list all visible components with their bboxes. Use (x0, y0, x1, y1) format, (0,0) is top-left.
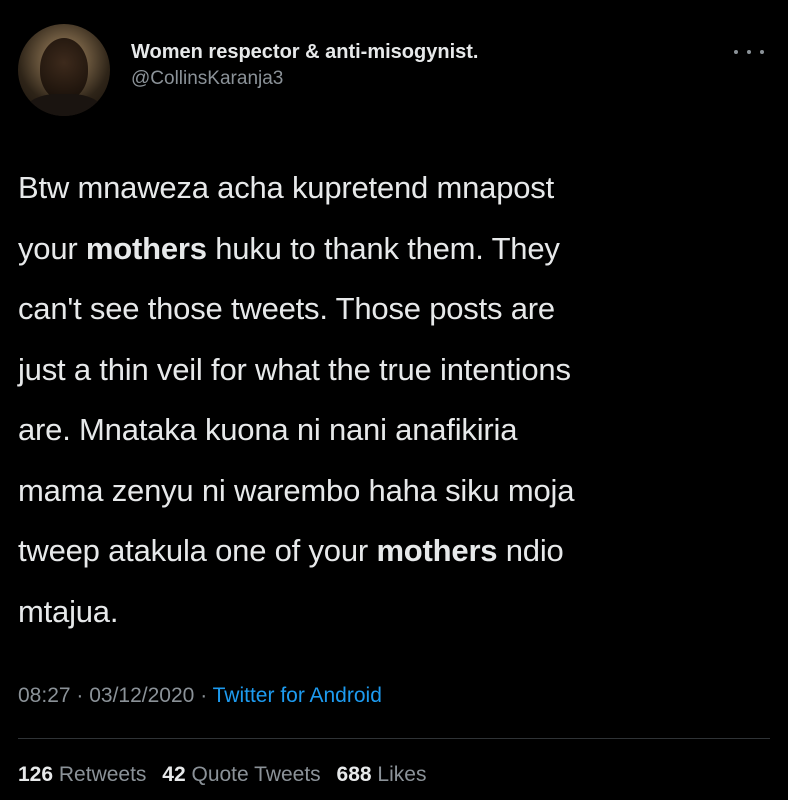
tweet-text-bold-segment: mothers (85, 230, 207, 266)
likes-count: 688 (336, 763, 372, 786)
meta-separator: · (76, 684, 90, 707)
quote-tweets-stat[interactable]: 42 Quote Tweets (162, 763, 320, 786)
author-header: Women respector & anti-misogynist. @Coll… (131, 40, 478, 91)
retweets-stat[interactable]: 126 Retweets (18, 763, 146, 786)
likes-stat[interactable]: 688 Likes (337, 763, 427, 786)
tweet-text-segment: just a thin veil for what the true inten… (18, 351, 571, 387)
tweet-text-segment: your (18, 230, 86, 266)
dot (747, 50, 751, 54)
tweet-meta: 08:27 · 03/12/2020 · Twitter for Android (18, 684, 382, 708)
avatar[interactable] (18, 24, 110, 116)
tweet-text-bold-segment: mothers (376, 533, 498, 568)
dot (734, 50, 738, 54)
tweet-text-segment: can't see those tweets. Those posts are (18, 291, 555, 326)
retweets-count: 126 (18, 763, 54, 786)
tweet-text-line: are. Mnataka kuona ni nani anafikiria (18, 400, 778, 461)
retweets-label: Retweets (58, 763, 147, 786)
tweet-text-segment: Btw mnaweza acha kupretend mnapost (18, 170, 555, 205)
tweet-text-line: your mothers huku to thank them. They (18, 219, 778, 280)
tweet-text-line: Btw mnaweza acha kupretend mnapost (18, 158, 778, 219)
more-options-button[interactable] (734, 42, 764, 62)
tweet-text-line: tweep atakula one of your mothers ndio (18, 521, 778, 582)
author-handle[interactable]: @CollinsKaranja3 (131, 67, 478, 91)
tweet-source-link[interactable]: Twitter for Android (213, 684, 382, 707)
tweet-text-segment: tweep atakula one of your (18, 533, 377, 568)
avatar-shirt (26, 94, 102, 116)
tweet-detail: Women respector & anti-misogynist. @Coll… (0, 0, 788, 800)
tweet-text-line: just a thin veil for what the true inten… (18, 340, 778, 401)
tweet-text: Btw mnaweza acha kupretend mnapost your m… (18, 158, 778, 642)
tweet-time[interactable]: 08:27 (18, 684, 71, 707)
likes-label: Likes (377, 763, 427, 786)
author-display-name[interactable]: Women respector & anti-misogynist. (131, 40, 478, 64)
tweet-text-segment: ndio (497, 533, 564, 568)
tweet-stats: 126 Retweets 42 Quote Tweets 688 Likes (18, 763, 436, 787)
tweet-text-segment: mama zenyu ni warembo haha siku moja (18, 472, 575, 508)
more-horizontal-icon (734, 50, 764, 54)
tweet-text-segment: mtajua. (18, 593, 119, 629)
dot (760, 50, 764, 54)
tweet-text-segment: are. Mnataka kuona ni nani anafikiria (18, 412, 518, 447)
tweet-text-line: mtajua. (18, 582, 778, 643)
tweet-text-line: can't see those tweets. Those posts are (18, 279, 778, 340)
meta-separator: · (200, 684, 213, 707)
divider (18, 738, 770, 739)
avatar-face (40, 38, 88, 100)
tweet-text-line: mama zenyu ni warembo haha siku moja (18, 461, 778, 522)
tweet-date[interactable]: 03/12/2020 (89, 684, 194, 707)
tweet-text-segment: huku to thank them. They (206, 230, 560, 266)
quotes-label: Quote Tweets (191, 763, 321, 786)
quotes-count: 42 (162, 763, 186, 786)
